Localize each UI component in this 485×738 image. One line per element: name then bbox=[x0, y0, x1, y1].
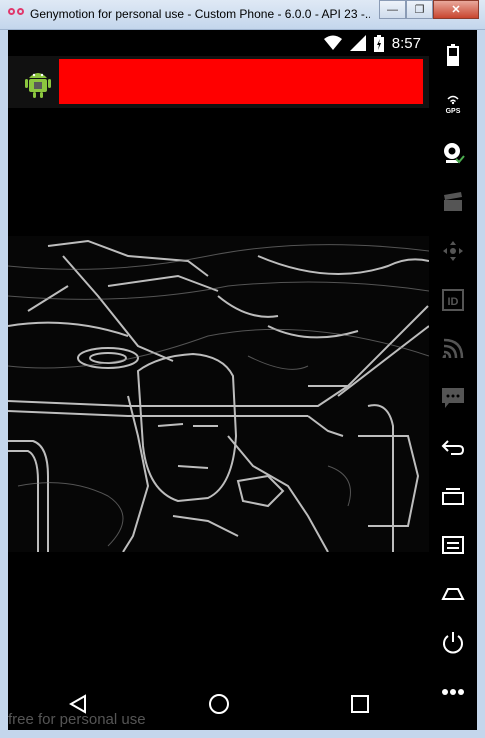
wifi-icon bbox=[323, 35, 342, 50]
menu-icon bbox=[442, 535, 464, 554]
restore-button[interactable]: ❐ bbox=[406, 0, 433, 19]
home-icon[interactable] bbox=[208, 693, 230, 715]
message-icon bbox=[442, 387, 464, 408]
more-tool[interactable] bbox=[433, 667, 473, 716]
battery-icon bbox=[447, 43, 459, 66]
battery-tool[interactable] bbox=[433, 30, 473, 79]
clapperboard-icon bbox=[444, 191, 462, 211]
menu-tool[interactable] bbox=[433, 520, 473, 569]
battery-icon bbox=[373, 34, 384, 52]
recents-icon[interactable] bbox=[350, 695, 369, 713]
more-dots-icon bbox=[442, 688, 464, 695]
gps-icon: GPS bbox=[446, 95, 461, 115]
window-left-border bbox=[0, 30, 8, 730]
camera-preview bbox=[8, 236, 429, 552]
back-arrow-icon bbox=[441, 439, 465, 455]
status-bar: 8:57 bbox=[8, 30, 429, 56]
edge-detected-camera-image bbox=[8, 239, 429, 552]
signal-icon bbox=[349, 35, 366, 51]
webcam-icon bbox=[444, 142, 465, 163]
emulator-toolbar: GPS ID bbox=[429, 30, 477, 730]
id-card-icon: ID bbox=[442, 288, 464, 311]
sms-tool[interactable] bbox=[433, 373, 473, 422]
cast-tool[interactable] bbox=[433, 324, 473, 373]
capture-tool[interactable] bbox=[433, 177, 473, 226]
webcam-tool[interactable] bbox=[433, 128, 473, 177]
close-button[interactable]: ✕ bbox=[433, 0, 479, 19]
minimize-button[interactable]: — bbox=[379, 0, 406, 19]
recent-apps-tool[interactable] bbox=[433, 471, 473, 520]
gps-label: GPS bbox=[446, 108, 461, 115]
window-controls: — ❐ ✕ bbox=[379, 0, 479, 19]
back-tool[interactable] bbox=[433, 422, 473, 471]
status-time: 8:57 bbox=[391, 34, 421, 52]
title-block bbox=[59, 59, 423, 104]
window-titlebar[interactable]: Genymotion for personal use - Custom Pho… bbox=[0, 0, 485, 30]
power-tool[interactable] bbox=[433, 618, 473, 667]
dpad-icon bbox=[443, 240, 463, 261]
action-bar bbox=[8, 56, 429, 108]
home-tool[interactable] bbox=[433, 569, 473, 618]
android-robot-icon bbox=[25, 73, 51, 98]
recent-apps-icon bbox=[442, 487, 464, 505]
device-id-tool[interactable]: ID bbox=[433, 275, 473, 324]
power-icon bbox=[443, 631, 463, 653]
cast-icon bbox=[442, 338, 464, 358]
gps-tool[interactable]: GPS bbox=[433, 79, 473, 128]
device-id-label: ID bbox=[448, 296, 459, 308]
remote-control-tool[interactable] bbox=[433, 226, 473, 275]
window-right-border bbox=[477, 30, 485, 738]
home-icon bbox=[441, 587, 465, 600]
genymotion-app-icon bbox=[8, 8, 24, 20]
window-bottom-border bbox=[0, 730, 485, 738]
window-title: Genymotion for personal use - Custom Pho… bbox=[30, 7, 370, 21]
phone-screen[interactable]: 8:57 free for personal use bbox=[8, 30, 429, 730]
watermark-text: free for personal use bbox=[8, 711, 146, 728]
